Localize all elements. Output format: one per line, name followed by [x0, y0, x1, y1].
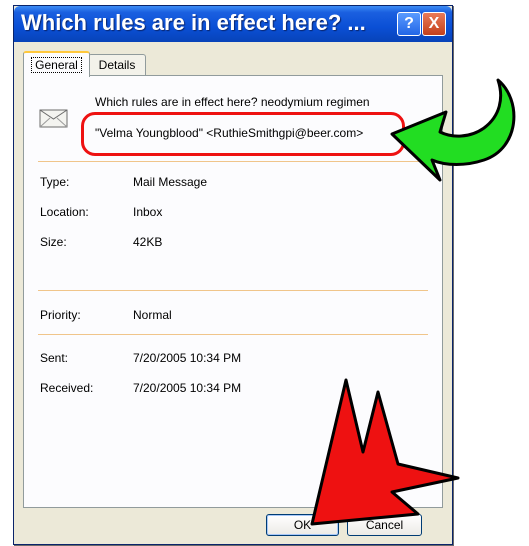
green-arrow-icon: [390, 78, 516, 182]
tab-general-label: General: [31, 57, 82, 73]
annotation-overlay: [310, 78, 516, 526]
tab-general[interactable]: General: [23, 51, 90, 77]
red-arrow-icon: [310, 378, 460, 526]
